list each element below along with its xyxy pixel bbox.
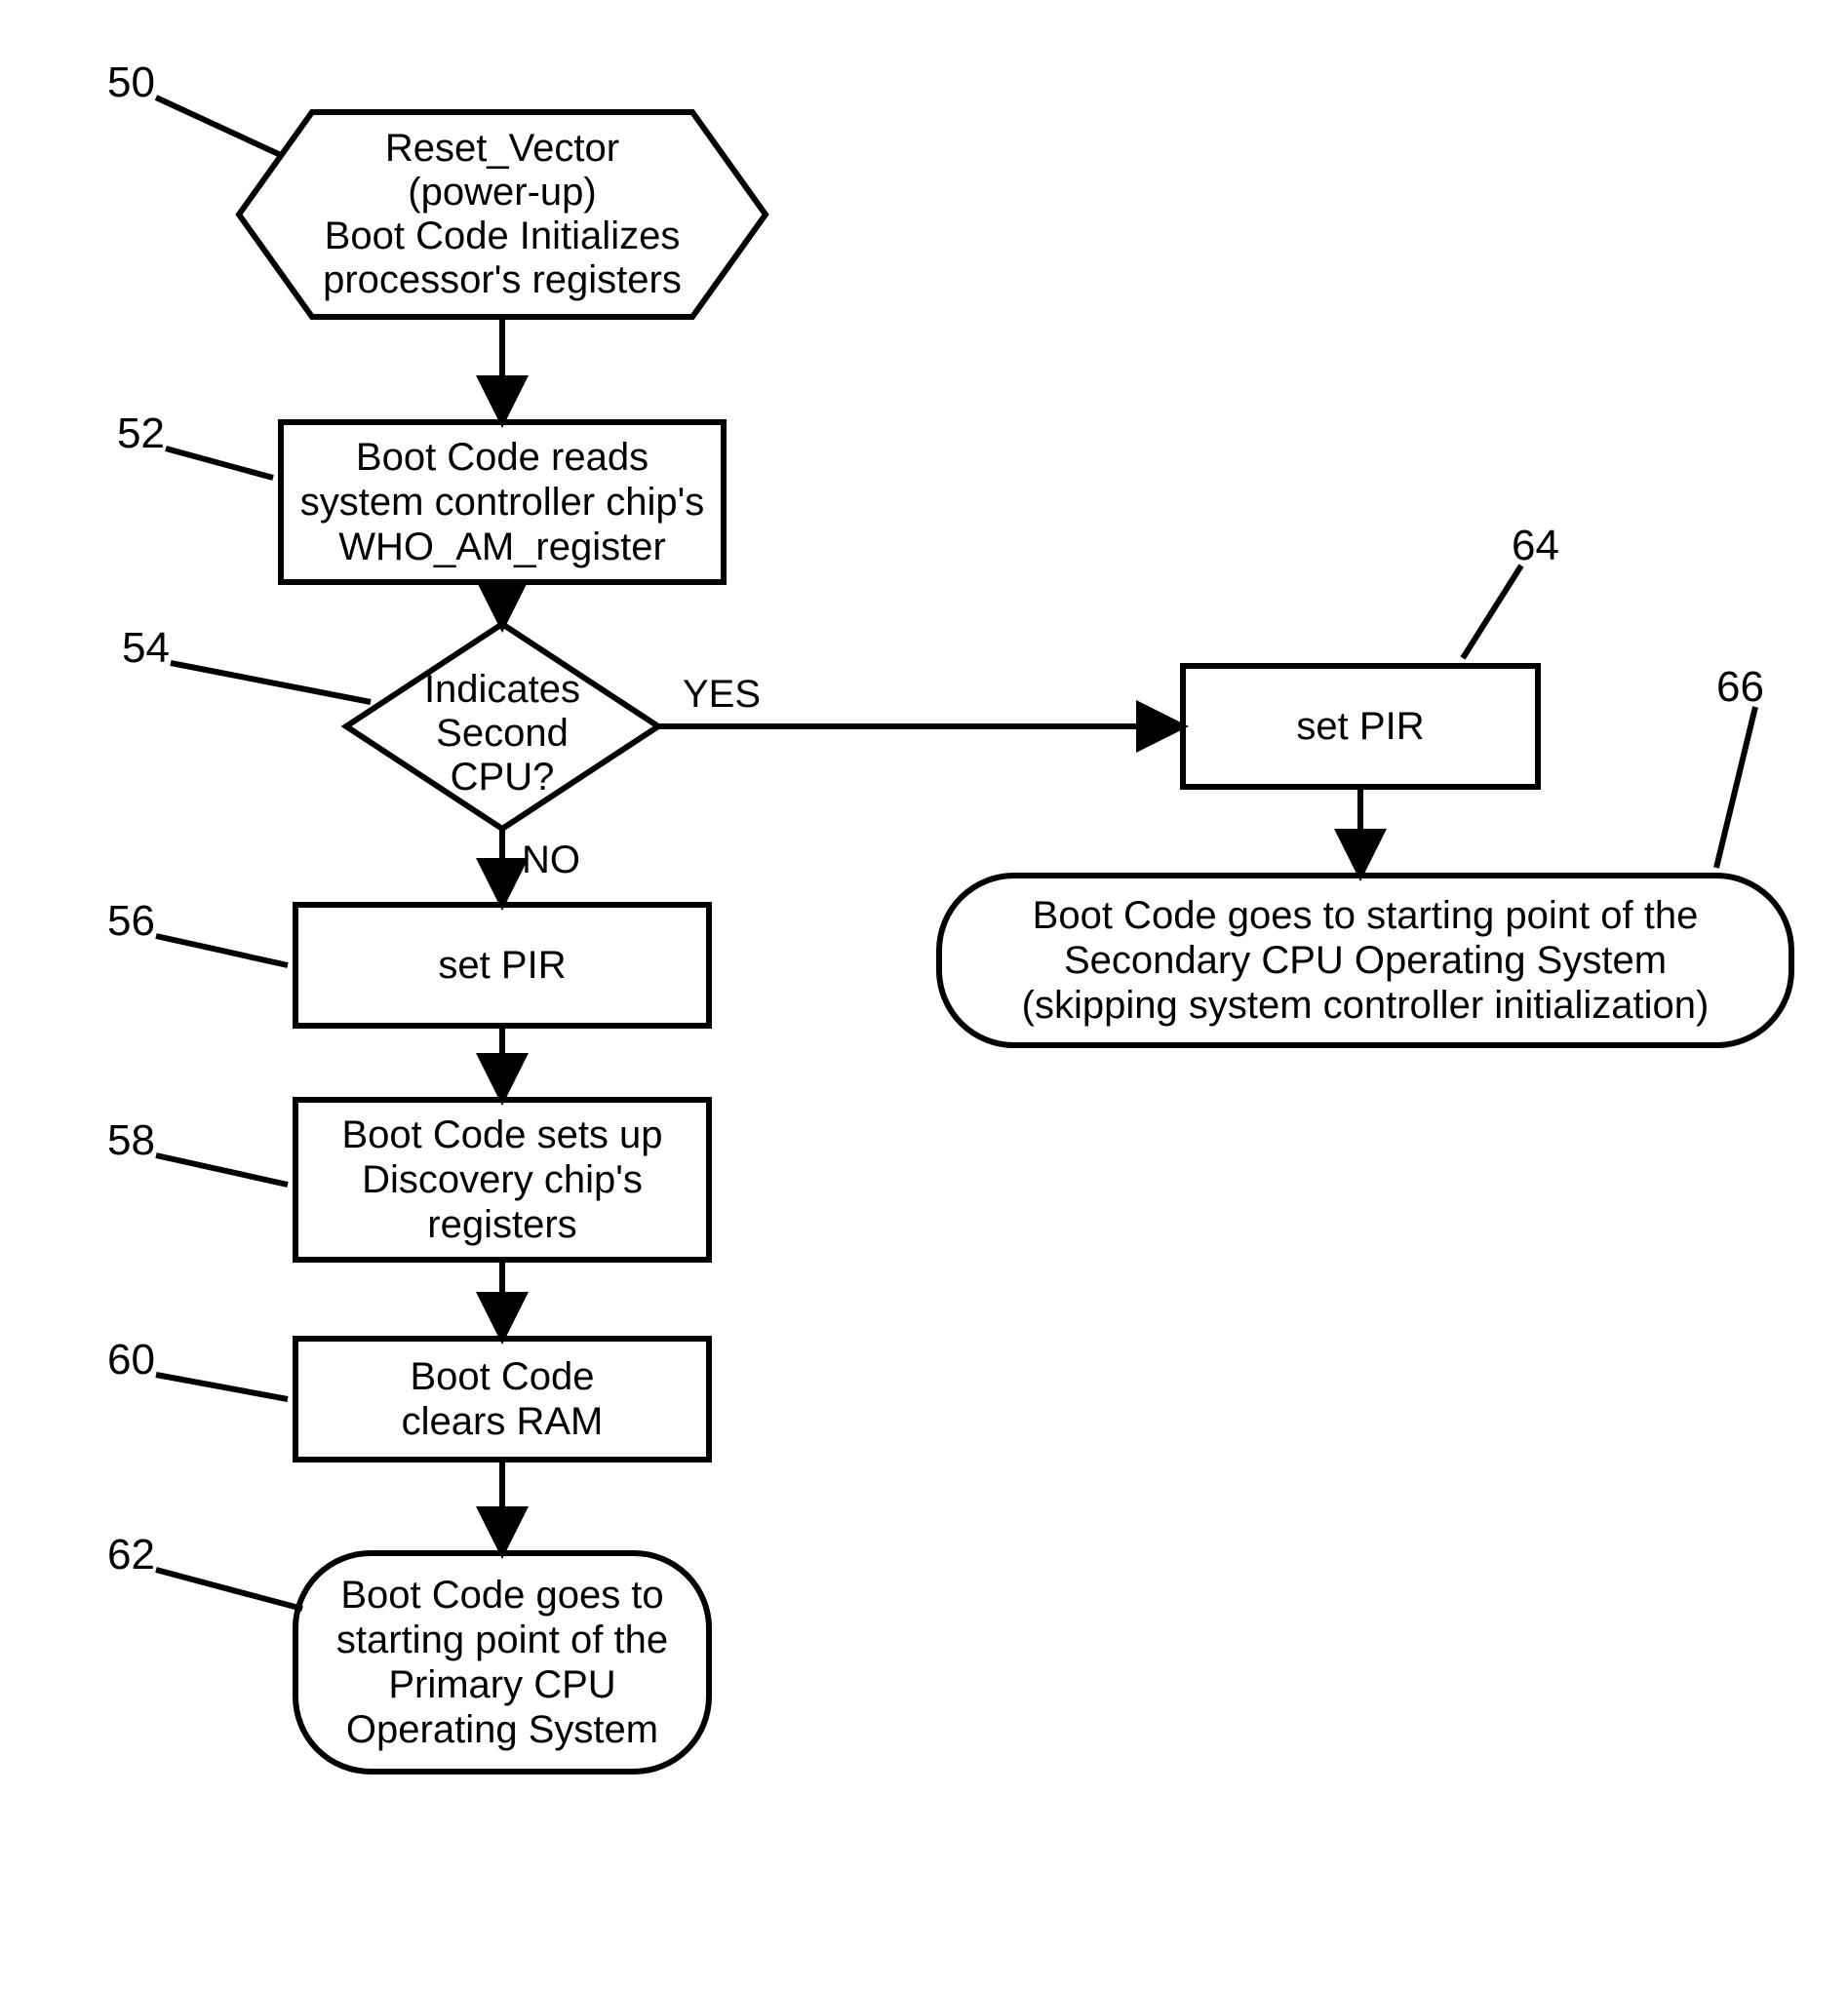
- process-set-pir-secondary: set PIR: [1180, 663, 1541, 790]
- ref-64: 64: [1512, 522, 1559, 570]
- ref-62: 62: [107, 1531, 155, 1580]
- decision-diamond: [346, 624, 658, 829]
- ref-56: 56: [107, 897, 155, 946]
- ref-54: 54: [122, 624, 170, 673]
- node-text: Boot Code goes to starting point of the …: [336, 1573, 668, 1752]
- ref-66: 66: [1716, 663, 1764, 712]
- decision-text-l2: Second: [436, 712, 569, 755]
- node-text: set PIR: [438, 943, 566, 988]
- process-setup-discovery: Boot Code sets up Discovery chip's regis…: [293, 1097, 712, 1263]
- decision-text-l3: CPU?: [451, 756, 555, 799]
- node-text: set PIR: [1296, 704, 1424, 749]
- node-text: Boot Code clears RAM: [402, 1354, 604, 1444]
- svg-text:Boot Code Initializes: Boot Code Initializes: [325, 214, 681, 257]
- svg-text:Reset_Vector: Reset_Vector: [385, 127, 619, 170]
- node-text: Boot Code goes to starting point of the …: [1022, 893, 1710, 1028]
- decision-text-l1: Indicates: [424, 668, 580, 711]
- preparation-hexagon: [239, 112, 766, 317]
- terminator-primary-os: Boot Code goes to starting point of the …: [293, 1550, 712, 1774]
- process-set-pir-primary: set PIR: [293, 902, 712, 1029]
- process-clear-ram: Boot Code clears RAM: [293, 1336, 712, 1462]
- ref-52: 52: [117, 410, 165, 458]
- ref-50: 50: [107, 58, 155, 107]
- label-yes: YES: [683, 673, 761, 716]
- label-no: NO: [522, 838, 580, 881]
- terminator-secondary-os: Boot Code goes to starting point of the …: [936, 873, 1794, 1048]
- svg-text:processor's registers: processor's registers: [323, 258, 682, 301]
- process-read-whoami: Boot Code reads system controller chip's…: [278, 419, 727, 585]
- node-text: Boot Code sets up Discovery chip's regis…: [341, 1112, 662, 1247]
- ref-58: 58: [107, 1116, 155, 1165]
- flowchart-canvas: Boot Code reads system controller chip's…: [0, 0, 1848, 1989]
- svg-text:(power-up): (power-up): [408, 171, 596, 214]
- node-text: Boot Code reads system controller chip's…: [300, 435, 704, 569]
- ref-60: 60: [107, 1336, 155, 1384]
